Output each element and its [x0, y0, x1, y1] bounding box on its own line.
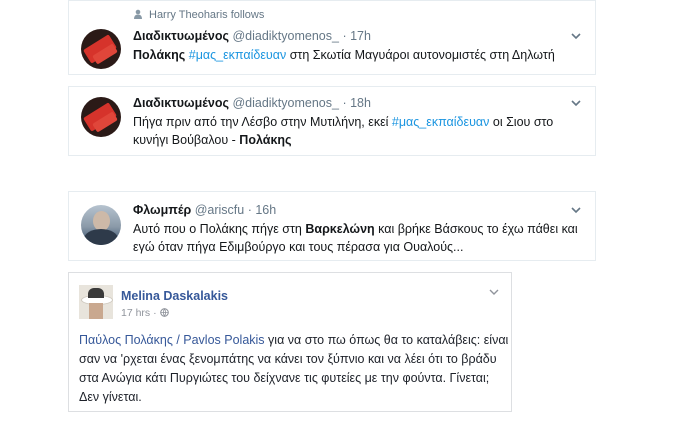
author-name[interactable]: Melina Daskalakis — [121, 289, 228, 303]
person-icon — [134, 9, 142, 19]
chevron-down-icon[interactable] — [489, 287, 499, 297]
timestamp[interactable]: 18h — [350, 96, 371, 110]
tweet-header: Διαδικτυωμένος @diadiktyomenos_ · 17h — [133, 29, 371, 43]
separator-dot: · — [342, 96, 347, 110]
tweet-text: Αυτό που ο Πολάκης πήγε στη Βαρκελώνη κα… — [133, 220, 585, 256]
author-name[interactable]: Φλωμπέρ — [133, 203, 191, 217]
chevron-down-icon[interactable] — [571, 205, 581, 215]
tweet-card[interactable]: Harry Theoharis follows Διαδικτυωμένος @… — [68, 0, 596, 75]
mention-link[interactable]: Παύλος Πολάκης / Pavlos Polakis — [79, 333, 265, 347]
author-handle[interactable]: @diadiktyomenos_ — [232, 29, 339, 43]
separator-dot: · — [342, 29, 347, 43]
hashtag-link[interactable]: #μας_εκπαίδευαν — [189, 48, 286, 62]
avatar[interactable] — [81, 205, 121, 245]
tweet-context: Harry Theoharis follows — [133, 9, 264, 21]
avatar[interactable] — [81, 29, 121, 69]
author-handle[interactable]: @diadiktyomenos_ — [232, 96, 339, 110]
text-segment: στη Σκωτία Μαγυάροι αυτονομιστές στη Δηλ… — [286, 48, 555, 62]
author-name[interactable]: Διαδικτυωμένος — [133, 29, 229, 43]
context-text: Harry Theoharis follows — [149, 9, 265, 21]
bold-text: Πολάκης — [133, 48, 186, 62]
avatar[interactable] — [81, 97, 121, 137]
globe-icon — [159, 308, 169, 317]
separator-dot: · — [153, 307, 157, 319]
tweet-header: Φλωμπέρ @ariscfu · 16h — [133, 203, 276, 217]
chevron-down-icon[interactable] — [571, 31, 581, 41]
chevron-down-icon[interactable] — [571, 98, 581, 108]
tweet-header: Διαδικτυωμένος @diadiktyomenos_ · 18h — [133, 96, 371, 110]
post-meta: 17 hrs · — [121, 307, 169, 319]
tweet-card[interactable]: Φλωμπέρ @ariscfu · 16h Αυτό που ο Πολάκη… — [68, 191, 596, 261]
tweet-card[interactable]: Διαδικτυωμένος @diadiktyomenos_ · 18h Πή… — [68, 86, 596, 156]
timestamp[interactable]: 16h — [255, 203, 276, 217]
avatar[interactable] — [79, 285, 113, 319]
bold-text: Πολάκης — [239, 133, 292, 147]
bold-text: Βαρκελώνη — [305, 222, 375, 236]
post-text: Παύλος Πολάκης / Pavlos Polakis για να σ… — [79, 331, 509, 407]
author-name[interactable]: Διαδικτυωμένος — [133, 96, 229, 110]
tweet-text: Πήγα πριν από την Λέσβο στην Μυτιλήνη, ε… — [133, 113, 573, 149]
facebook-post-card[interactable]: Melina Daskalakis 17 hrs · Παύλος Πολάκη… — [68, 272, 512, 412]
separator-dot: · — [247, 203, 252, 217]
timestamp[interactable]: 17h — [350, 29, 371, 43]
text-segment: Πήγα πριν από την Λέσβο στην Μυτιλήνη, ε… — [133, 115, 392, 129]
author-handle[interactable]: @ariscfu — [195, 203, 245, 217]
tweet-text: Πολάκης #μας_εκπαίδευαν στη Σκωτία Μαγυά… — [133, 46, 583, 64]
text-segment: Αυτό που ο Πολάκης πήγε στη — [133, 222, 306, 236]
hashtag-link[interactable]: #μας_εκπαίδευαν — [392, 115, 489, 129]
timestamp[interactable]: 17 hrs — [121, 307, 150, 319]
